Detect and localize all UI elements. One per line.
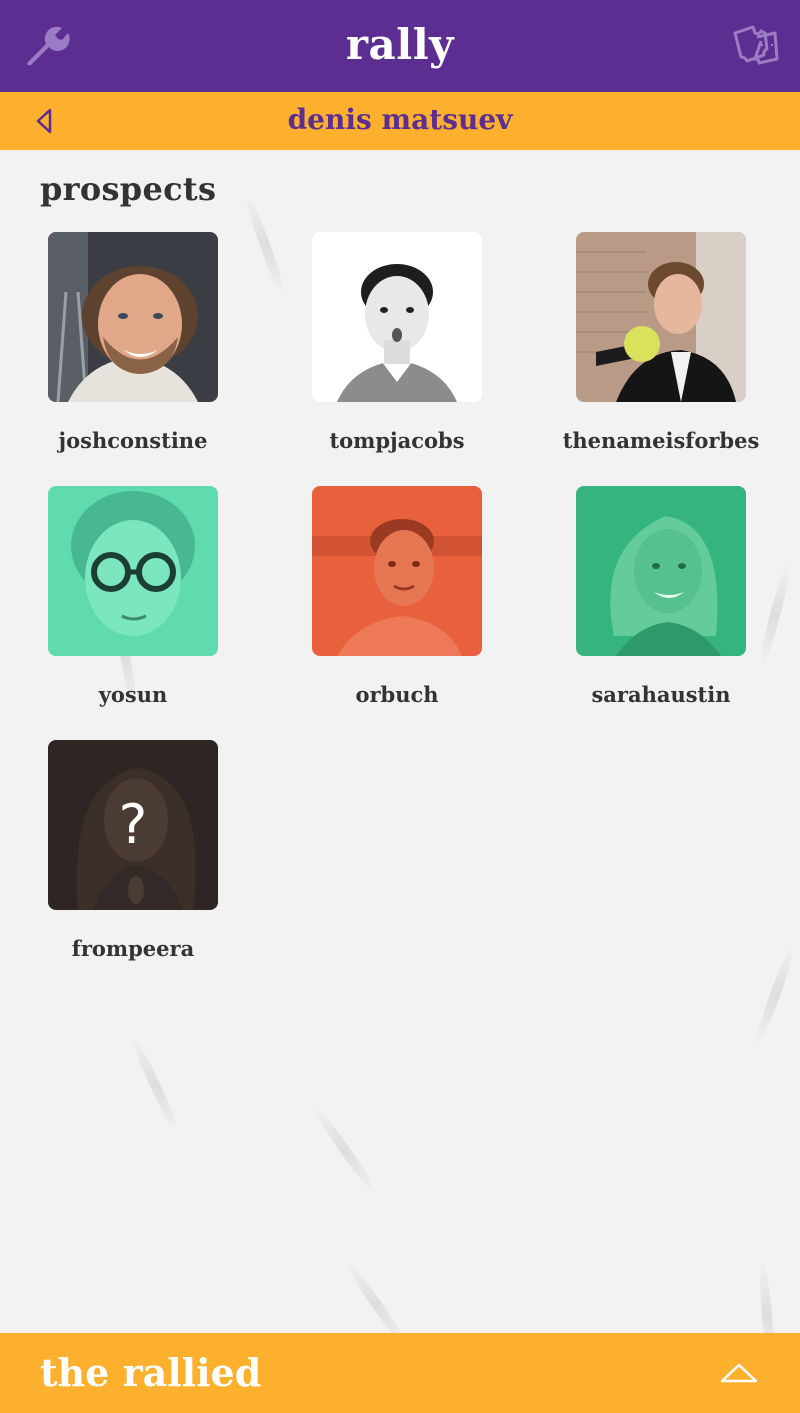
rallied-label: the rallied [40,1350,262,1395]
avatar [576,232,746,402]
chevron-up-icon [720,1363,758,1383]
background-decoration [127,1033,183,1137]
prospect-username: sarahaustin [591,682,731,707]
background-decoration [751,941,799,1049]
avatar: ? [48,740,218,910]
prospect-username: tompjacobs [329,428,465,453]
prospect-card[interactable]: ? frompeera [23,740,243,961]
app-title: rally [345,20,455,69]
prospect-card[interactable]: orbuch [287,486,507,707]
prospect-card[interactable]: thenameisforbes [551,232,771,453]
background-decoration [241,191,289,299]
prospect-card[interactable]: sarahaustin [551,486,771,707]
section-title: prospects [40,170,217,208]
avatar [312,232,482,402]
prospect-username: orbuch [355,682,439,707]
profile-name: denis matsuev [287,103,513,136]
prospect-card[interactable]: yosun [23,486,243,707]
prospect-card[interactable]: joshconstine [23,232,243,453]
avatar [48,232,218,402]
tickets-button[interactable] [730,20,782,72]
profile-subheader: denis matsuev [0,92,800,150]
prospect-username: frompeera [71,936,195,961]
background-decoration [309,1102,381,1198]
expand-button[interactable] [716,1357,762,1389]
prospect-username: yosun [98,682,168,707]
prospect-username: joshconstine [58,428,208,453]
avatar [312,486,482,656]
app-header: rally [0,0,800,92]
prospect-card[interactable]: tompjacobs [287,232,507,453]
ticket-icon [733,25,779,65]
prospect-username: thenameisforbes [562,428,760,453]
rallied-drawer-toggle[interactable]: the rallied [0,1333,800,1413]
avatar [48,486,218,656]
avatar [576,486,746,656]
unknown-overlay: ? [118,793,148,856]
